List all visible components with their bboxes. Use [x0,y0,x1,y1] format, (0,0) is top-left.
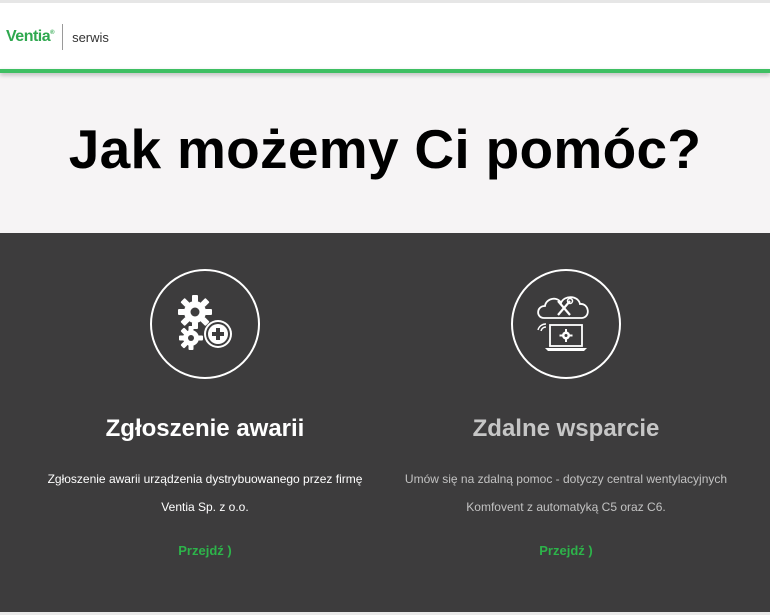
failure-report-link[interactable]: Przejdź ) [178,543,231,558]
accent-line [0,69,770,73]
remote-support-link[interactable]: Przejdź ) [539,543,592,558]
card-title: Zgłoszenie awarii [105,415,305,442]
services-section: Zgłoszenie awarii Zgłoszenie awarii urzą… [0,233,770,615]
top-bar: Ventia® serwis [0,0,770,73]
card-failure-report: Zgłoszenie awarii Zgłoszenie awarii urzą… [20,233,390,560]
gears-plus-icon[interactable] [150,269,260,379]
card-title: Zdalne wsparcie [472,415,660,442]
hero-section: Jak możemy Ci pomóc? [0,70,770,233]
card-description: Umów się na zdalną pomoc - dotyczy centr… [404,472,728,514]
card-remote-support: Zdalne wsparcie Umów się na zdalną pomoc… [381,233,751,560]
cloud-laptop-icon[interactable] [511,269,621,379]
service-label: serwis [72,29,109,45]
page-title: Jak możemy Ci pomóc? [68,117,702,180]
logo-divider [62,24,64,50]
logo[interactable]: Ventia® serwis [6,23,109,51]
logo-text: Ventia® [6,28,55,45]
card-description: Zgłoszenie awarii urządzenia dystrybuowa… [47,472,363,514]
